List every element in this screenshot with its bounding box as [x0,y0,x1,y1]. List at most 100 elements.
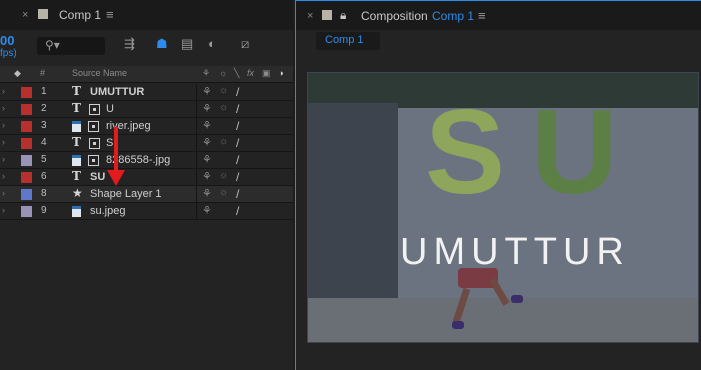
quality-switch-icon[interactable]: / [236,119,239,133]
quality-switch-icon[interactable]: / [236,102,239,116]
close-tab-icon[interactable]: × [307,10,313,22]
image-footage-icon [72,121,81,132]
shy-switch-icon[interactable]: ⚘ [202,204,212,217]
layer-row[interactable]: › 4 T S ⚘ ☼ / [0,135,293,152]
layer-name[interactable]: UMUTTUR [90,86,144,98]
masked-letter-u: U [531,85,618,219]
quality-switch-icon[interactable]: / [236,85,239,99]
motion-blur-icon[interactable]: ◐ [208,36,216,51]
layer-number: 8 [41,188,47,199]
expand-arrow-icon[interactable]: › [2,154,5,164]
track-matte-icon [89,104,100,115]
label-column-icon: ◆ [14,68,21,78]
panel-menu-icon[interactable]: ≡ [106,7,114,22]
layer-row[interactable]: › 6 T SU ⚘ ☼ / [0,169,293,186]
shy-switch-icon[interactable]: ⚘ [202,153,212,166]
layer-row[interactable]: › 5 8286558-.jpg ⚘ / [0,152,293,169]
label-color-swatch[interactable] [21,138,32,149]
fountain-background [308,103,398,303]
composition-tab-prefix[interactable]: Composition [361,9,428,23]
composition-tab-bar: × 🔒︎ Composition Comp 1 ≡ [296,0,701,30]
column-divider [196,152,197,169]
track-matte-icon [88,155,99,166]
label-color-swatch[interactable] [21,206,32,217]
expand-arrow-icon[interactable]: › [2,205,5,215]
quality-switch-icon[interactable]: / [236,204,239,218]
expand-arrow-icon[interactable]: › [2,188,5,198]
expand-arrow-icon[interactable]: › [2,171,5,181]
layer-name[interactable]: S [106,137,113,149]
collapse-switch-icon[interactable]: ☼ [219,170,228,181]
expand-arrow-icon[interactable]: › [2,137,5,147]
text-layer-icon: T [72,101,81,115]
collapse-switch-icon[interactable]: ☼ [219,136,228,147]
column-divider [196,84,197,101]
motion-blur-column-icon: ◗ [279,68,285,78]
shy-switch-icon[interactable]: ⚘ [202,187,212,200]
draft-3d-icon[interactable]: ☗ [156,36,168,52]
layer-row[interactable]: › 9 su.jpeg ⚘ / [0,203,293,220]
expand-arrow-icon[interactable]: › [2,103,5,113]
layer-row[interactable]: › 3 river.jpeg ⚘ / [0,118,293,135]
layer-search-input[interactable]: ⚲▾ [37,37,105,55]
lock-icon[interactable]: 🔒︎ [340,8,346,23]
label-color-swatch[interactable] [21,87,32,98]
timeline-tab-bar: × Comp 1 ≡ [0,0,293,30]
label-color-swatch[interactable] [21,155,32,166]
layer-number: 9 [41,205,47,216]
composition-panel: × 🔒︎ Composition Comp 1 ≡ Comp 1 S U UMU… [295,0,701,370]
layer-row[interactable]: › 1 T UMUTTUR ⚘ ☼ / [0,84,293,101]
layer-name[interactable]: U [106,103,114,115]
comp-color-swatch [322,10,332,20]
label-color-swatch[interactable] [21,189,32,200]
quality-switch-icon[interactable]: / [236,136,239,150]
shy-switch-icon[interactable]: ⚘ [202,136,212,149]
quality-switch-icon[interactable]: / [236,170,239,184]
masked-letter-s: S [425,85,505,219]
source-name-column-header[interactable]: Source Name [72,68,127,78]
track-matte-icon [89,138,100,149]
layer-name[interactable]: 8286558-.jpg [106,154,170,166]
layer-row[interactable]: › 8 ★ Shape Layer 1 ⚘ ☼ / [0,186,293,203]
comp-breadcrumb-tab[interactable]: Comp 1 [316,32,380,50]
collapse-switch-icon[interactable]: ☼ [219,102,228,113]
graph-editor-icon[interactable]: ⧄ [241,36,249,52]
column-divider [196,118,197,135]
layer-name[interactable]: river.jpeg [106,120,151,132]
text-layer-icon: T [72,169,81,183]
layer-number: 3 [41,120,47,131]
layer-name[interactable]: su.jpeg [90,205,125,217]
layer-name[interactable]: Shape Layer 1 [90,188,162,200]
layer-name[interactable]: SU [90,171,105,183]
quality-column-icon: ╲ [234,68,240,78]
frame-blending-icon[interactable]: ▤ [181,36,193,52]
timeline-panel: × Comp 1 ≡ 00 fps) ⚲▾ ⇶ ☗ ▤ ◐ ⧄ ◆ # Sour… [0,0,293,370]
close-tab-icon[interactable]: × [22,9,28,21]
label-color-swatch[interactable] [21,104,32,115]
layer-number: 1 [41,86,47,97]
quality-switch-icon[interactable]: / [236,153,239,167]
panel-menu-icon[interactable]: ≡ [478,8,486,23]
label-color-swatch[interactable] [21,121,32,132]
layer-row[interactable]: › 2 T U ⚘ ☼ / [0,101,293,118]
shy-switch-icon[interactable]: ⚘ [202,119,212,132]
expand-arrow-icon[interactable]: › [2,86,5,96]
shy-switch-icon[interactable]: ⚘ [202,85,212,98]
column-divider [196,186,197,203]
shy-switch-icon[interactable]: ⚘ [202,170,212,183]
timeline-tab-title[interactable]: Comp 1 [59,8,101,22]
shy-switch-icon[interactable]: ⚘ [202,102,212,115]
timecode-display[interactable]: 00 [0,33,14,48]
label-color-swatch[interactable] [21,172,32,183]
composition-flowchart-icon[interactable]: ⇶ [124,36,135,52]
collapse-switch-icon[interactable]: ☼ [219,85,228,96]
quality-switch-icon[interactable]: / [236,187,239,201]
composition-tab-name[interactable]: Comp 1 [432,9,474,23]
expand-arrow-icon[interactable]: › [2,120,5,130]
comp-breadcrumb-label: Comp 1 [325,34,364,46]
composition-viewer[interactable]: S U UMUTTUR [307,72,699,343]
column-divider [196,169,197,186]
shy-column-icon: ⚘ [202,68,211,78]
collapse-switch-icon[interactable]: ☼ [219,187,228,198]
shape-layer-icon: ★ [72,186,83,200]
